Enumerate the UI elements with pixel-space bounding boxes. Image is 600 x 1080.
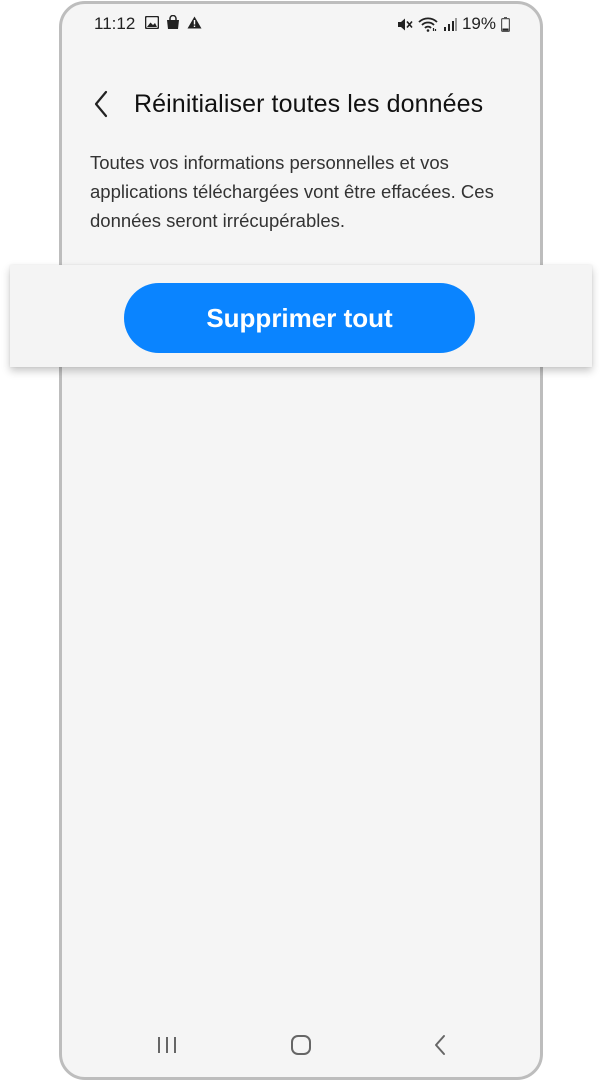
image-icon: [144, 15, 160, 34]
delete-all-button[interactable]: Supprimer tout: [124, 283, 475, 353]
nav-back-button[interactable]: [420, 1031, 460, 1063]
shopping-bag-icon: [166, 14, 180, 35]
home-button[interactable]: [281, 1031, 321, 1063]
warning-icon: [187, 16, 202, 34]
phone-frame: 11:12 19% Réinitialiser toutes les donné…: [59, 1, 543, 1080]
battery-icon: [501, 16, 510, 32]
navigation-bar: [62, 1017, 540, 1077]
status-time: 11:12: [94, 14, 136, 33]
back-button[interactable]: [86, 88, 116, 124]
status-bar: 11:12 19%: [62, 4, 540, 44]
home-icon: [290, 1034, 312, 1061]
back-icon: [433, 1034, 447, 1061]
warning-description: Toutes vos informations personnelles et …: [90, 152, 494, 231]
recents-button[interactable]: [147, 1031, 187, 1063]
battery-percent: 19%: [461, 14, 496, 33]
wifi-icon: [418, 17, 438, 32]
status-notification-icons: [144, 14, 202, 35]
app-header: Réinitialiser toutes les données: [62, 84, 540, 128]
recents-icon: [156, 1035, 178, 1060]
chevron-left-icon: [93, 90, 109, 123]
status-system-icons: 19%: [397, 14, 510, 34]
signal-icon: [443, 17, 457, 31]
page-title: Réinitialiser toutes les données: [134, 90, 484, 118]
mute-icon: [397, 17, 413, 32]
